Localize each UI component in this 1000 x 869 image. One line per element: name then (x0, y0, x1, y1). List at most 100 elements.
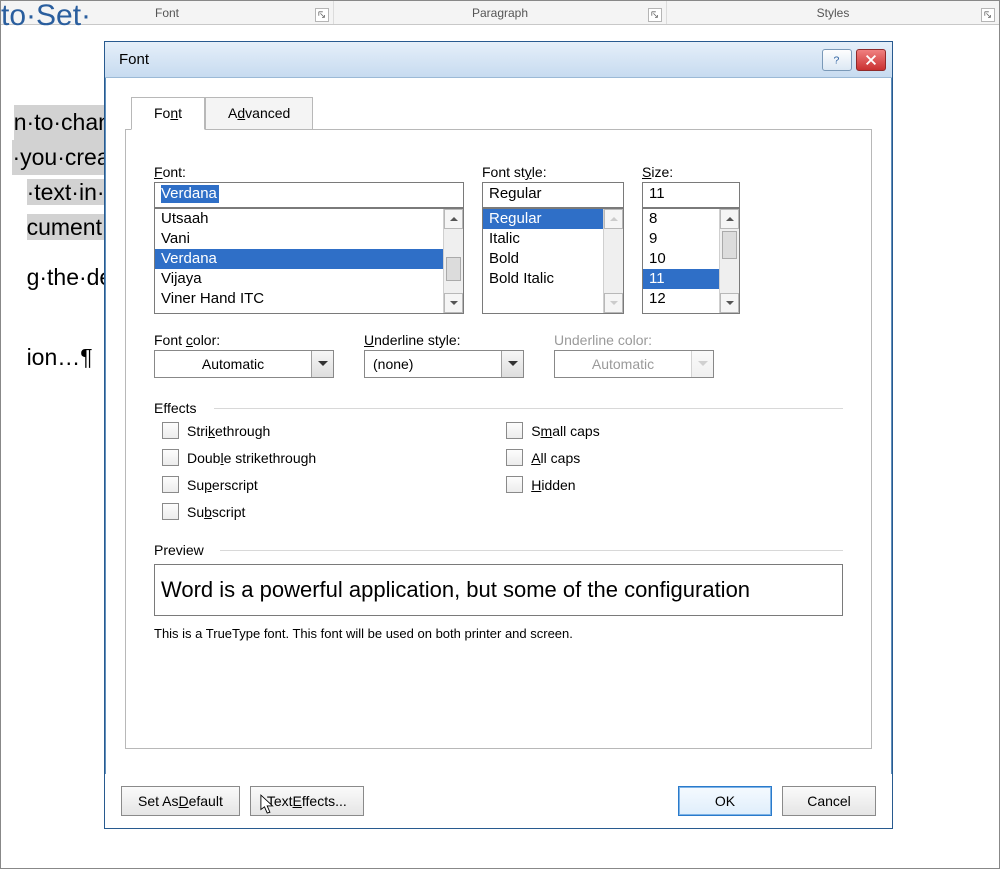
checkbox-double-strikethrough[interactable]: Double strikethrough (162, 449, 316, 466)
list-item[interactable]: Bold (483, 249, 623, 269)
font-size-column: Size: 11 8 9 10 11 12 (642, 164, 740, 314)
launcher-icon (984, 11, 992, 19)
underline-style-field: Underline style: (none) (364, 332, 524, 378)
dropdown-button (691, 351, 713, 377)
checkbox-label: All caps (531, 450, 580, 466)
list-item[interactable]: Vani (155, 229, 463, 249)
combo-value: Automatic (555, 356, 691, 372)
font-style-column: Font style: Regular Regular Italic Bold … (482, 164, 624, 314)
font-selection-row: Font: Verdana Utsaah Vani Verdana Vijaya… (154, 164, 843, 314)
font-size-input[interactable]: 11 (642, 182, 740, 208)
effects-section-label: Effects (154, 400, 843, 416)
chevron-down-icon (610, 300, 618, 306)
ok-button[interactable]: OK (678, 786, 772, 816)
font-color-label: Font color: (154, 332, 334, 348)
list-item[interactable]: Vijaya (155, 269, 463, 289)
font-tab-panel: Font: Verdana Utsaah Vani Verdana Vijaya… (125, 129, 872, 749)
checkbox-box (506, 449, 523, 466)
font-size-label: Size: (642, 164, 740, 180)
scroll-up-button[interactable] (604, 209, 623, 229)
checkbox-strikethrough[interactable]: Strikethrough (162, 422, 316, 439)
effects-right-column: Small caps All caps Hidden (506, 422, 599, 520)
color-underline-row: Font color: Automatic Underline style: (… (154, 332, 843, 378)
scroll-up-button[interactable] (720, 209, 739, 229)
chevron-down-icon (508, 361, 518, 367)
help-icon: ? (830, 53, 844, 67)
checkbox-all-caps[interactable]: All caps (506, 449, 599, 466)
checkbox-superscript[interactable]: Superscript (162, 476, 316, 493)
launcher-icon (651, 11, 659, 19)
dialog-titlebar[interactable]: Font ? (105, 42, 892, 78)
font-style-input[interactable]: Regular (482, 182, 624, 208)
scroll-down-button[interactable] (444, 293, 463, 313)
font-size-listbox[interactable]: 8 9 10 11 12 (642, 208, 740, 314)
checkbox-box (162, 422, 179, 439)
ribbon-group-paragraph: Paragraph (334, 1, 667, 24)
font-column: Font: Verdana Utsaah Vani Verdana Vijaya… (154, 164, 464, 314)
checkbox-box (506, 476, 523, 493)
font-dialog-launcher[interactable] (315, 8, 329, 22)
checkbox-small-caps[interactable]: Small caps (506, 422, 599, 439)
checkbox-hidden[interactable]: Hidden (506, 476, 599, 493)
list-item[interactable]: Regular (483, 209, 623, 229)
list-item[interactable]: Viner Hand ITC (155, 289, 463, 309)
checkbox-label: Double strikethrough (187, 450, 316, 466)
chevron-down-icon (450, 300, 458, 306)
checkbox-box (506, 422, 523, 439)
checkbox-box (162, 503, 179, 520)
help-button[interactable]: ? (822, 49, 852, 71)
font-label: Font: (154, 164, 464, 180)
scroll-up-button[interactable] (444, 209, 463, 229)
cancel-button[interactable]: Cancel (782, 786, 876, 816)
scrollbar[interactable] (719, 209, 739, 313)
scroll-down-button[interactable] (604, 293, 623, 313)
font-color-combo[interactable]: Automatic (154, 350, 334, 378)
font-preview: Word is a powerful application, but some… (154, 564, 843, 616)
paragraph-dialog-launcher[interactable] (648, 8, 662, 22)
ribbon-group-label: Font (155, 6, 179, 20)
underline-color-field: Underline color: Automatic (554, 332, 714, 378)
preview-note: This is a TrueType font. This font will … (154, 626, 843, 641)
dropdown-button[interactable] (501, 351, 523, 377)
underline-style-combo[interactable]: (none) (364, 350, 524, 378)
underline-style-label: Underline style: (364, 332, 524, 348)
checkbox-label: Strikethrough (187, 423, 270, 439)
list-item[interactable]: Italic (483, 229, 623, 249)
combo-value: (none) (365, 356, 501, 372)
set-as-default-button[interactable]: Set As Default (121, 786, 240, 816)
preview-section-label: Preview (154, 542, 843, 558)
close-button[interactable] (856, 49, 886, 71)
list-item[interactable]: Bold Italic (483, 269, 623, 289)
checkbox-box (162, 476, 179, 493)
styles-dialog-launcher[interactable] (981, 8, 995, 22)
chevron-up-icon (726, 216, 734, 222)
text-effects-button[interactable]: Text Effects... (250, 786, 364, 816)
scroll-thumb[interactable] (722, 231, 737, 259)
chevron-up-icon (450, 216, 458, 222)
list-item[interactable]: Utsaah (155, 209, 463, 229)
ribbon-group-styles: Styles (667, 1, 999, 24)
ribbon-group-label: Styles (817, 6, 850, 20)
tab-font[interactable]: Font (131, 97, 205, 130)
scroll-thumb[interactable] (446, 257, 461, 281)
dropdown-button[interactable] (311, 351, 333, 377)
dialog-body: Font Advanced Font: Verdana Utsaah Vani … (113, 86, 884, 768)
list-item[interactable]: Verdana (155, 249, 463, 269)
dialog-title: Font (119, 51, 818, 68)
tab-advanced[interactable]: Advanced (205, 97, 313, 130)
effects-group: Strikethrough Double strikethrough Super… (154, 422, 843, 520)
checkbox-label: Superscript (187, 477, 258, 493)
scrollbar[interactable] (603, 209, 623, 313)
scrollbar[interactable] (443, 209, 463, 313)
font-style-listbox[interactable]: Regular Italic Bold Bold Italic (482, 208, 624, 314)
close-icon (864, 53, 878, 67)
checkbox-subscript[interactable]: Subscript (162, 503, 316, 520)
chevron-up-icon (610, 216, 618, 222)
scroll-down-button[interactable] (720, 293, 739, 313)
underline-color-label: Underline color: (554, 332, 714, 348)
doc-text: ion…¶ (27, 344, 93, 370)
underline-color-combo: Automatic (554, 350, 714, 378)
font-listbox[interactable]: Utsaah Vani Verdana Vijaya Viner Hand IT… (154, 208, 464, 314)
font-name-input[interactable]: Verdana (154, 182, 464, 208)
doc-heading-fragment: to·Set· (1, 0, 91, 38)
